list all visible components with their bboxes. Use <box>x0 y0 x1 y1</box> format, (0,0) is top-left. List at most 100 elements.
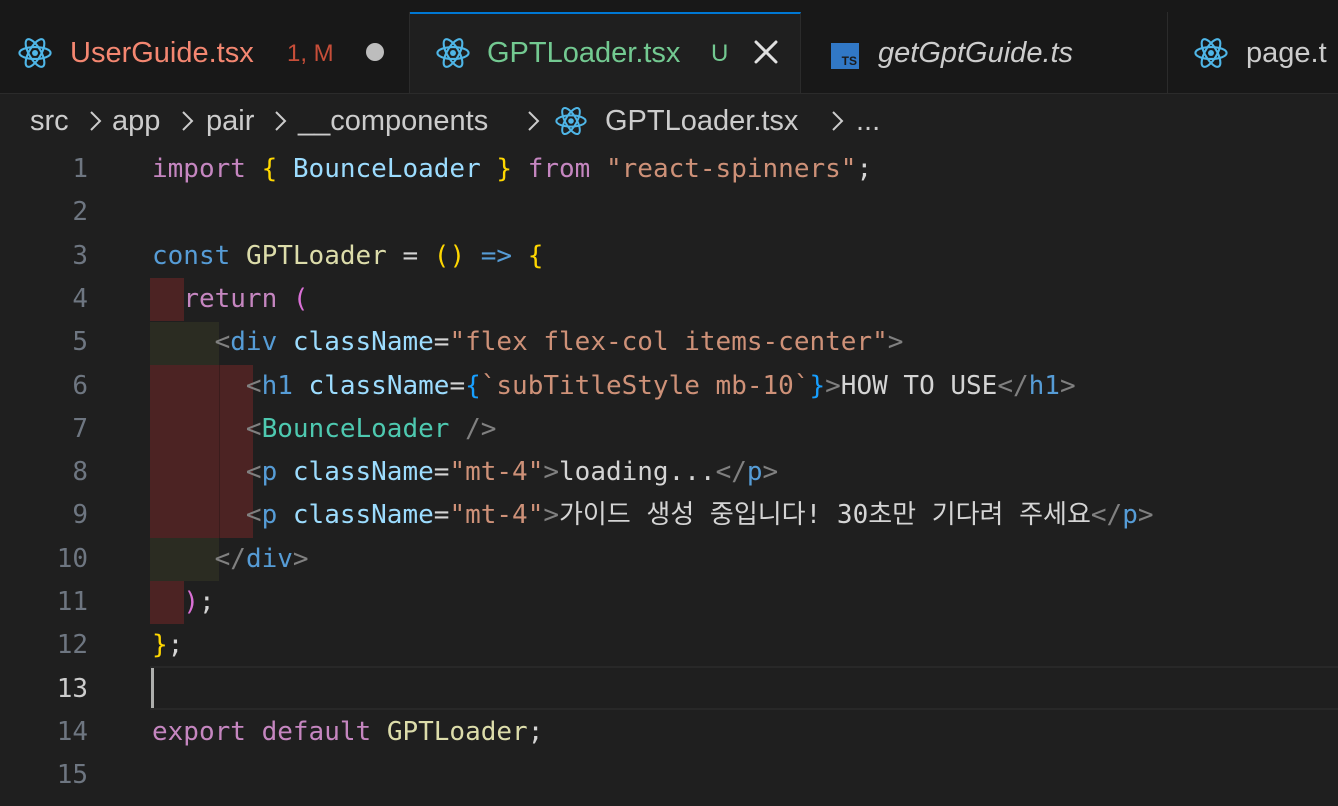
code-line-12: }; <box>152 624 183 667</box>
chevron-right-icon <box>832 111 844 131</box>
tab-label: getGptGuide.ts <box>878 37 1074 69</box>
token: > <box>887 327 904 358</box>
token: div <box>245 543 293 574</box>
close-icon[interactable] <box>749 35 783 69</box>
token: GPTLoader <box>386 716 528 747</box>
token: = <box>433 457 450 488</box>
token: /> <box>449 413 497 444</box>
line-number: 15 <box>56 760 88 791</box>
token: () <box>433 240 466 271</box>
token: className <box>308 370 450 401</box>
line-number: 5 <box>72 327 88 358</box>
code-line-3: const GPTLoader = () => { <box>152 235 543 278</box>
tab-getgptguide[interactable]: TS getGptGuide.ts <box>801 12 1168 93</box>
token: } <box>152 630 168 661</box>
token: => <box>480 240 513 271</box>
chevron-right-icon <box>275 111 287 131</box>
line-number: 3 <box>72 240 88 271</box>
line-number: 4 <box>72 283 88 314</box>
token: ; <box>198 587 215 617</box>
code-line-14: export default GPTLoader; <box>152 711 543 754</box>
token: </ <box>214 543 246 574</box>
token: ; <box>167 630 184 661</box>
token: BounceLoader <box>292 154 481 184</box>
code-line-6: <h1 className={`subTitleStyle mb-10`}>HO… <box>152 365 1076 408</box>
token: = <box>402 240 419 271</box>
token: > <box>825 370 841 401</box>
tab-label: UserGuide.tsx <box>70 37 254 69</box>
token: BounceLoader <box>261 413 450 444</box>
typescript-icon: TS <box>831 43 859 69</box>
token: = <box>449 370 466 401</box>
token: "flex flex-col items-center" <box>449 327 888 358</box>
token: > <box>292 543 309 574</box>
token: p <box>746 457 763 488</box>
token: > <box>762 457 779 488</box>
token: ) <box>183 587 199 617</box>
token: </ <box>997 370 1029 401</box>
line-number: 8 <box>72 457 88 488</box>
breadcrumb-item-file[interactable]: GPTLoader.tsx <box>605 103 798 139</box>
token: HOW TO USE <box>840 370 998 401</box>
token: "mt-4" <box>449 500 544 531</box>
token: `subTitleStyle mb-10` <box>480 370 810 401</box>
token: { <box>465 370 481 401</box>
breadcrumb-item-pair[interactable]: pair <box>206 103 254 139</box>
token: "react-spinners" <box>605 154 857 184</box>
token: div <box>230 327 278 358</box>
code-line-4: return ( <box>152 278 309 321</box>
chevron-right-icon <box>528 111 540 131</box>
code-editor[interactable]: 1 2 3 4 5 6 7 8 9 10 11 12 13 14 15 impo… <box>0 148 1338 806</box>
tab-status: 1, M <box>287 40 334 67</box>
line-number: 2 <box>72 197 88 228</box>
code-line-5: <div className="flex flex-col items-cent… <box>152 321 904 364</box>
editor-tab-bar: UserGuide.tsx 1, M GPTLoader.tsx U TS ge… <box>0 0 1338 94</box>
token: { <box>261 154 278 184</box>
token: p <box>261 500 278 531</box>
token: 가이드 생성 중입니다! 30초만 기다려 주세요 <box>559 500 1091 531</box>
token: < <box>245 413 262 444</box>
breadcrumb-item-app[interactable]: app <box>112 103 160 139</box>
token: "mt-4" <box>449 457 544 488</box>
code-line-11: ); <box>152 581 215 624</box>
tab-userguide[interactable]: UserGuide.tsx 1, M <box>0 12 410 93</box>
line-number: 1 <box>72 154 88 184</box>
text-cursor <box>151 668 154 708</box>
token: { <box>527 240 544 271</box>
token: < <box>245 457 262 488</box>
breadcrumb: src app pair __components GPTLoader.tsx … <box>0 94 1338 150</box>
tab-page[interactable]: page.t <box>1168 12 1338 93</box>
token: h1 <box>1028 370 1060 401</box>
react-icon <box>1194 38 1228 68</box>
token: className <box>292 327 434 358</box>
token: export <box>152 716 246 747</box>
token: className <box>292 457 434 488</box>
token: = <box>433 327 450 358</box>
token: import <box>152 154 246 184</box>
token: < <box>245 370 262 401</box>
react-icon <box>18 38 52 68</box>
token: > <box>543 500 560 531</box>
token: > <box>1137 500 1154 531</box>
breadcrumb-item-more[interactable]: ... <box>856 103 880 139</box>
tab-gptloader[interactable]: GPTLoader.tsx U <box>410 12 801 93</box>
breadcrumb-item-components[interactable]: __components <box>298 103 488 139</box>
line-number: 14 <box>56 716 88 747</box>
token: h1 <box>261 370 293 401</box>
token: ( <box>292 283 309 314</box>
token: > <box>1059 370 1076 401</box>
breadcrumb-item-src[interactable]: src <box>30 103 69 139</box>
chevron-right-icon <box>90 111 102 131</box>
line-number: 7 <box>72 413 88 444</box>
line-number: 6 <box>72 370 88 401</box>
token: return <box>183 283 278 314</box>
token: default <box>261 716 372 747</box>
code-line-7: <BounceLoader /> <box>152 408 496 451</box>
line-number-current: 13 <box>56 673 88 704</box>
token: ; <box>856 154 873 184</box>
token: } <box>496 154 513 184</box>
token: from <box>527 154 591 184</box>
unsaved-dot-icon[interactable] <box>358 35 392 69</box>
line-number: 10 <box>56 543 88 574</box>
current-line-highlight <box>150 666 1338 710</box>
